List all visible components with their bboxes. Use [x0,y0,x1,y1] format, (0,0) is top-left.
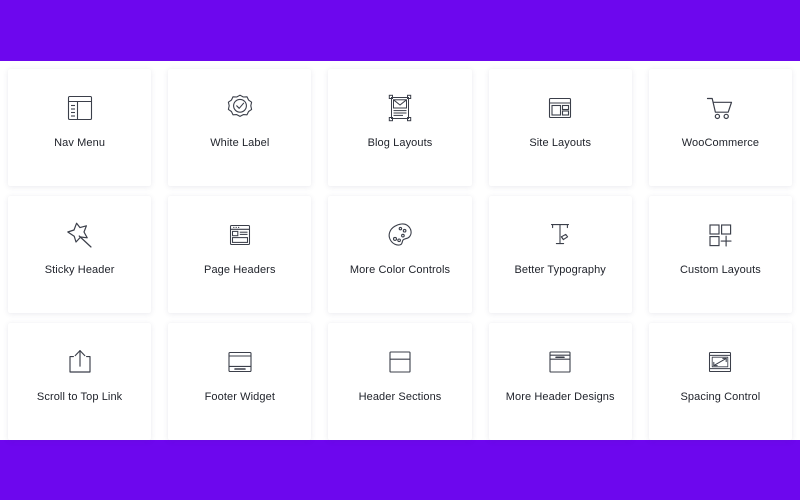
more-header-designs-icon [543,345,577,379]
feature-label: Custom Layouts [679,264,761,276]
feature-card-more-color-controls[interactable]: More Color Controls [328,196,472,313]
white-label-badge-icon [223,91,257,125]
bottom-purple-banner [0,440,800,500]
feature-card-scroll-to-top-link[interactable]: Scroll to Top Link [8,323,152,440]
feature-card-woocommerce[interactable]: WooCommerce [648,69,792,186]
feature-label: Spacing Control [680,391,761,403]
site-layouts-icon [543,91,577,125]
spacing-control-diagonal-arrow-icon [703,345,737,379]
feature-label: Footer Widget [204,391,275,403]
feature-label: White Label [210,137,270,149]
feature-label: Header Sections [358,391,442,403]
page-headers-icon [223,218,257,252]
feature-card-page-headers[interactable]: Page Headers [168,196,312,313]
feature-label: Blog Layouts [367,137,433,149]
feature-card-better-typography[interactable]: Better Typography [488,196,632,313]
feature-card-more-header-designs[interactable]: More Header Designs [488,323,632,440]
feature-label: Better Typography [514,264,606,276]
feature-label: Scroll to Top Link [36,391,123,403]
feature-card-footer-widget[interactable]: Footer Widget [168,323,312,440]
scroll-to-top-upload-icon [63,345,97,379]
feature-card-site-layouts[interactable]: Site Layouts [488,69,632,186]
feature-grid-page: Nav Menu White Label Blog Layouts Site L… [0,0,800,500]
feature-card-header-sections[interactable]: Header Sections [328,323,472,440]
blog-layouts-icon [383,91,417,125]
feature-label: Page Headers [204,264,276,276]
feature-label: Sticky Header [44,264,115,276]
pushpin-icon [63,218,97,252]
feature-card-sticky-header[interactable]: Sticky Header [8,196,152,313]
top-purple-banner [0,0,800,61]
feature-label: WooCommerce [681,137,760,149]
feature-grid: Nav Menu White Label Blog Layouts Site L… [8,69,792,440]
feature-label: Nav Menu [54,137,106,149]
color-palette-icon [383,218,417,252]
typography-t-pen-icon [543,218,577,252]
feature-card-blog-layouts[interactable]: Blog Layouts [328,69,472,186]
feature-card-spacing-control[interactable]: Spacing Control [648,323,792,440]
footer-widget-icon [223,345,257,379]
custom-layouts-grid-plus-icon [703,218,737,252]
feature-card-white-label[interactable]: White Label [168,69,312,186]
feature-label: More Header Designs [505,391,615,403]
feature-card-custom-layouts[interactable]: Custom Layouts [648,196,792,313]
header-sections-icon [383,345,417,379]
shopping-cart-icon [703,91,737,125]
nav-menu-icon [63,91,97,125]
feature-grid-container: Nav Menu White Label Blog Layouts Site L… [0,61,800,440]
feature-label: More Color Controls [349,264,451,276]
feature-card-nav-menu[interactable]: Nav Menu [8,69,152,186]
feature-label: Site Layouts [529,137,592,149]
